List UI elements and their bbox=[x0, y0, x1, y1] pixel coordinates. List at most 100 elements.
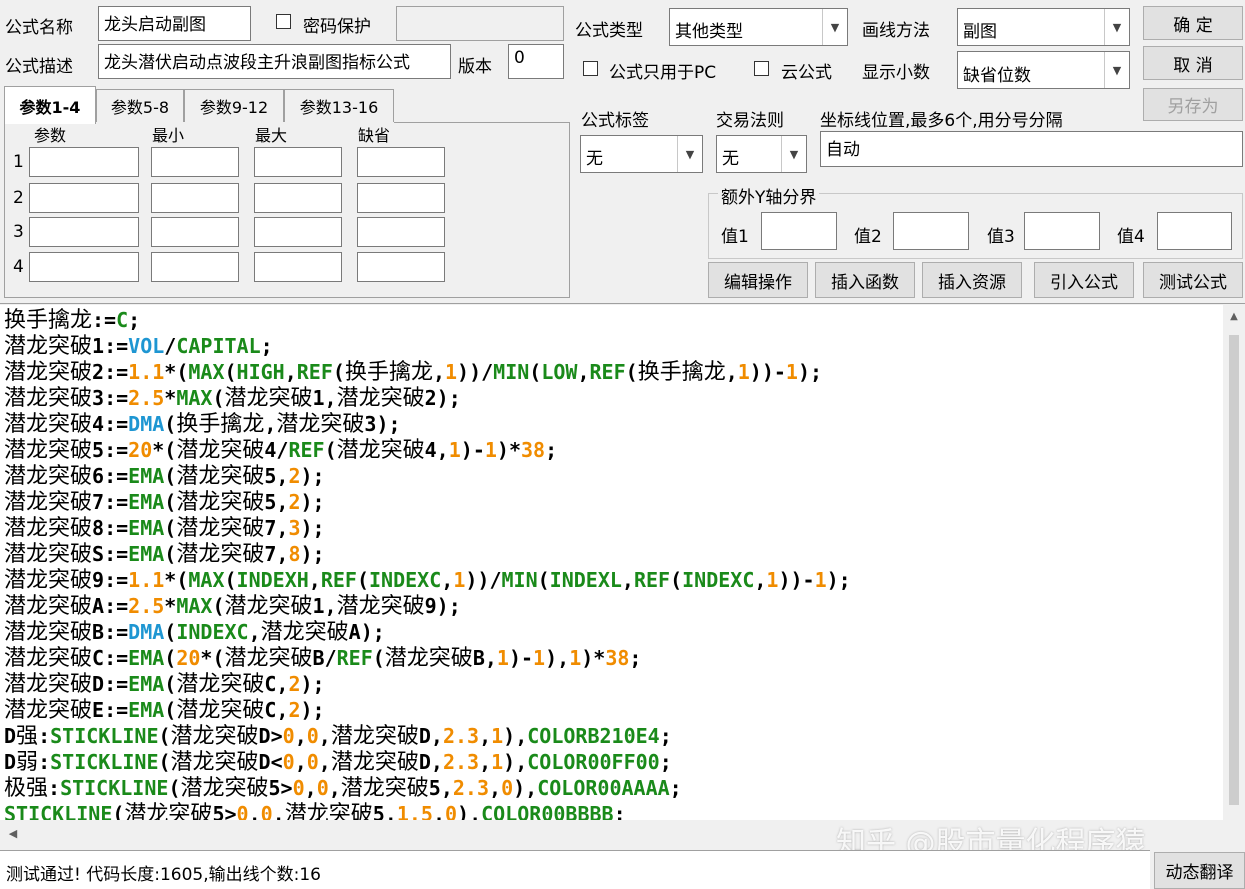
code-line: D弱:STICKLINE(潜龙突破D<0,0,潜龙突破D,2.3,1),COLO… bbox=[4, 749, 672, 776]
code-token: INDEXC bbox=[176, 620, 249, 644]
code-token: 潜龙突破 bbox=[170, 750, 259, 775]
param-3-min[interactable] bbox=[151, 217, 239, 247]
code-line: 潜龙突破7:=EMA(潜龙突破5,2); bbox=[4, 489, 325, 516]
code-token: , bbox=[577, 360, 590, 384]
code-token: ; bbox=[659, 750, 672, 774]
code-token: ( bbox=[164, 516, 177, 540]
insert-function-button[interactable]: 插入函数 bbox=[815, 262, 915, 298]
tab-params-1-4[interactable]: 参数1-4 bbox=[4, 86, 96, 124]
code-token: 2.3 bbox=[452, 776, 490, 800]
value1-input[interactable] bbox=[761, 212, 837, 250]
code-token: EMA bbox=[128, 646, 165, 670]
decimal-label: 显示小数 bbox=[862, 63, 930, 83]
code-token: , bbox=[318, 724, 331, 748]
test-formula-button[interactable]: 测试公式 bbox=[1143, 262, 1243, 298]
chevron-down-icon[interactable]: ▼ bbox=[822, 9, 847, 45]
param-1-name[interactable] bbox=[29, 147, 139, 177]
param-2-max[interactable] bbox=[254, 183, 342, 213]
param-3-name[interactable] bbox=[29, 217, 139, 247]
edit-ops-button[interactable]: 编辑操作 bbox=[708, 262, 808, 298]
param-2-default[interactable] bbox=[357, 183, 445, 213]
password-input[interactable] bbox=[396, 6, 564, 41]
cloud-formula-checkbox[interactable] bbox=[754, 61, 769, 76]
value1-label: 值1 bbox=[721, 227, 749, 247]
code-token: INDEXH bbox=[236, 568, 309, 592]
code-line: 潜龙突破5:=20*(潜龙突破4/REF(潜龙突破4,1)-1)*38; bbox=[4, 437, 557, 464]
chevron-down-icon[interactable]: ▼ bbox=[1104, 9, 1129, 45]
code-token: , bbox=[294, 724, 307, 748]
trade-rule-select[interactable]: 无 ▼ bbox=[716, 135, 807, 173]
formula-tag-label: 公式标签 bbox=[581, 111, 649, 131]
chevron-down-icon[interactable]: ▼ bbox=[677, 136, 702, 172]
code-token: REF bbox=[320, 568, 357, 592]
code-token: MAX bbox=[188, 360, 225, 384]
code-token: , bbox=[318, 750, 331, 774]
param-2-name[interactable] bbox=[29, 183, 139, 213]
tab-params-5-8[interactable]: 参数5-8 bbox=[96, 89, 184, 122]
trade-rule-value: 无 bbox=[722, 149, 739, 169]
version-input[interactable]: 0 bbox=[508, 44, 564, 79]
code-editor[interactable]: 换手擒龙:=C; 潜龙突破1:=VOL/CAPITAL; 潜龙突破2:=1.1*(M… bbox=[0, 305, 1223, 820]
param-1-max[interactable] bbox=[254, 147, 342, 177]
save-as-button[interactable]: 另存为 bbox=[1143, 88, 1243, 121]
value2-input[interactable] bbox=[893, 212, 969, 250]
param-4-default[interactable] bbox=[357, 252, 445, 282]
insert-resource-button[interactable]: 插入资源 bbox=[922, 262, 1022, 298]
code-token: REF bbox=[288, 438, 325, 462]
param-4-max[interactable] bbox=[254, 252, 342, 282]
value3-input[interactable] bbox=[1024, 212, 1100, 250]
code-token: ))- bbox=[778, 568, 815, 592]
param-3-default[interactable] bbox=[357, 217, 445, 247]
code-token: ( bbox=[212, 386, 225, 410]
tab-params-13-16[interactable]: 参数13-16 bbox=[284, 89, 394, 122]
scrollbar-thumb[interactable] bbox=[1229, 335, 1239, 805]
formula-desc-input[interactable]: 龙头潜伏启动点波段主升浪副图指标公式 bbox=[98, 44, 451, 79]
password-protect-checkbox[interactable] bbox=[276, 14, 291, 29]
axis-position-input[interactable]: 自动 bbox=[820, 131, 1243, 167]
param-2-min[interactable] bbox=[151, 183, 239, 213]
code-token: := bbox=[104, 464, 129, 488]
param-3-max[interactable] bbox=[254, 217, 342, 247]
value3-label: 值3 bbox=[987, 227, 1015, 247]
code-token: 潜龙突破 bbox=[336, 594, 425, 619]
code-token: 4/ bbox=[264, 438, 289, 462]
code-line: 潜龙突破6:=EMA(潜龙突破5,2); bbox=[4, 463, 325, 490]
formula-type-select[interactable]: 其他类型 ▼ bbox=[669, 8, 848, 46]
decimal-select[interactable]: 缺省位数 ▼ bbox=[957, 51, 1130, 89]
code-token: 5, bbox=[428, 776, 453, 800]
param-1-min[interactable] bbox=[151, 147, 239, 177]
tab-params-9-12[interactable]: 参数9-12 bbox=[184, 89, 284, 122]
dynamic-translate-button[interactable]: 动态翻译 bbox=[1154, 852, 1245, 889]
formula-name-label: 公式名称 bbox=[5, 18, 73, 38]
code-line: 潜龙突破B:=DMA(INDEXC,潜龙突破A); bbox=[4, 619, 385, 646]
param-4-name[interactable] bbox=[29, 252, 139, 282]
ok-button[interactable]: 确 定 bbox=[1143, 6, 1243, 40]
chevron-down-icon[interactable]: ▼ bbox=[1104, 52, 1129, 88]
param-1-default[interactable] bbox=[357, 147, 445, 177]
param-col-name: 参数 bbox=[34, 126, 67, 145]
code-token: 潜龙突破 bbox=[4, 386, 93, 411]
scroll-up-icon[interactable]: ▲ bbox=[1223, 305, 1245, 327]
pc-only-checkbox[interactable] bbox=[583, 61, 598, 76]
code-token: 潜龙突破 bbox=[4, 490, 93, 515]
code-token: := bbox=[104, 698, 129, 722]
code-token: )* bbox=[496, 438, 522, 462]
code-token: 潜龙突破 bbox=[176, 516, 265, 541]
code-token: 1 bbox=[737, 360, 750, 384]
code-token: 潜龙突破 bbox=[284, 802, 373, 820]
formula-name-input[interactable]: 龙头启动副图 bbox=[98, 6, 251, 41]
code-token: ; bbox=[659, 724, 672, 748]
value2-label: 值2 bbox=[854, 227, 882, 247]
cancel-button[interactable]: 取 消 bbox=[1143, 46, 1243, 80]
draw-method-select[interactable]: 副图 ▼ bbox=[957, 8, 1130, 46]
code-token: ( bbox=[332, 360, 345, 384]
vertical-scrollbar[interactable]: ▲ bbox=[1223, 305, 1245, 820]
import-formula-button[interactable]: 引入公式 bbox=[1034, 262, 1134, 298]
code-token: := bbox=[104, 620, 129, 644]
formula-tag-select[interactable]: 无 ▼ bbox=[580, 135, 703, 173]
code-token: ), bbox=[457, 802, 482, 820]
scroll-left-icon[interactable]: ◀ bbox=[4, 824, 22, 842]
param-4-min[interactable] bbox=[151, 252, 239, 282]
value4-input[interactable] bbox=[1157, 212, 1232, 250]
chevron-down-icon[interactable]: ▼ bbox=[781, 136, 806, 172]
